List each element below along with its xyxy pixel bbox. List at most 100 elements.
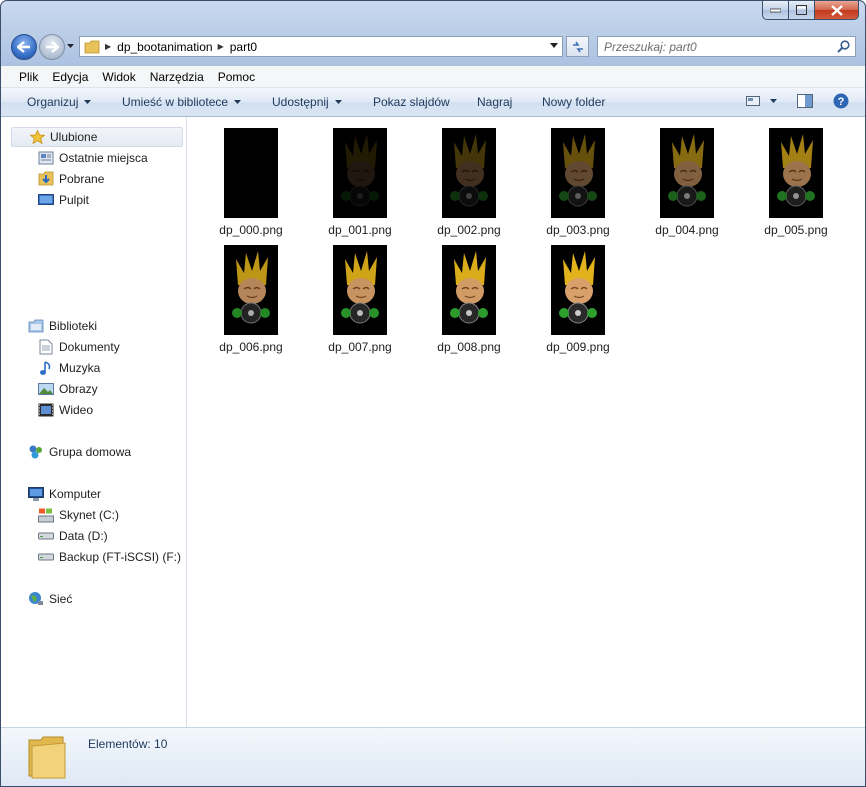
chevron-down-icon — [234, 100, 242, 104]
menu-help[interactable]: Pomoc — [211, 70, 262, 84]
nav-libraries[interactable]: Biblioteki — [28, 316, 97, 336]
preview-pane-icon[interactable] — [797, 94, 813, 108]
help-icon[interactable]: ? — [833, 93, 849, 109]
file-name: dp_002.png — [437, 223, 501, 237]
nav-libraries-label: Biblioteki — [49, 319, 98, 333]
nav-drive-c-label: Skynet (C:) — [59, 508, 120, 522]
maximize-button[interactable] — [789, 1, 815, 20]
menu-edit[interactable]: Edycja — [45, 70, 95, 84]
forward-arrow-icon — [46, 41, 59, 53]
file-item[interactable]: dp_002.png — [419, 128, 519, 237]
image-thumbnail — [551, 128, 605, 218]
downloads-folder-icon — [38, 171, 54, 187]
system-drive-icon — [38, 507, 54, 523]
file-item[interactable]: dp_007.png — [310, 245, 410, 354]
nav-recent-places[interactable]: Ostatnie miejsca — [38, 148, 148, 168]
image-thumbnail — [660, 128, 714, 218]
new-folder-button[interactable]: Nowy folder — [542, 88, 605, 116]
menu-view[interactable]: Widok — [95, 70, 142, 84]
file-name: dp_007.png — [328, 340, 392, 354]
nav-music[interactable]: Muzyka — [38, 358, 100, 378]
nav-network-label: Sieć — [49, 592, 73, 606]
nav-desktop[interactable]: Pulpit — [38, 190, 89, 210]
address-bar[interactable]: ▶ dp_bootanimation ▶ part0 — [79, 36, 563, 57]
organize-button[interactable]: Organizuj — [27, 88, 92, 116]
music-icon — [38, 360, 54, 376]
folder-icon — [84, 40, 100, 53]
back-arrow-icon — [17, 41, 30, 53]
change-view-icon[interactable] — [746, 95, 760, 107]
svg-text:?: ? — [838, 96, 845, 108]
video-icon — [38, 402, 54, 418]
nav-favorites[interactable]: Ulubione — [11, 127, 183, 147]
nav-computer[interactable]: Komputer — [28, 484, 101, 504]
file-item[interactable]: dp_005.png — [746, 128, 846, 237]
nav-documents-label: Dokumenty — [59, 340, 120, 354]
chevron-down-icon — [84, 100, 92, 104]
file-name: dp_003.png — [546, 223, 610, 237]
minimize-button[interactable] — [762, 1, 789, 20]
close-button[interactable] — [815, 1, 859, 20]
file-name: dp_001.png — [328, 223, 392, 237]
file-item[interactable]: dp_004.png — [637, 128, 737, 237]
nav-video[interactable]: Wideo — [38, 400, 93, 420]
recent-pages-dropdown-icon[interactable] — [67, 44, 74, 48]
nav-drive-f[interactable]: Backup (FT-iSCSI) (F:) — [38, 547, 181, 567]
search-box[interactable] — [597, 36, 856, 57]
forward-button[interactable] — [39, 34, 65, 60]
nav-pictures-label: Obrazy — [59, 382, 98, 396]
nav-documents[interactable]: Dokumenty — [38, 337, 120, 357]
breadcrumb-part0[interactable]: part0 — [230, 40, 257, 54]
chevron-right-icon[interactable]: ▶ — [105, 42, 111, 51]
nav-drive-d[interactable]: Data (D:) — [38, 526, 108, 546]
nav-desktop-label: Pulpit — [59, 193, 90, 207]
nav-downloads[interactable]: Pobrane — [38, 169, 104, 189]
image-thumbnail — [442, 128, 496, 218]
nav-drive-d-label: Data (D:) — [59, 529, 108, 543]
file-list: dp_000.png dp_001.png dp_002.png dp_003.png… — [187, 117, 865, 727]
slideshow-button[interactable]: Pokaz slajdów — [373, 88, 450, 116]
file-name: dp_008.png — [437, 340, 501, 354]
view-buttons: ? — [746, 93, 849, 109]
chevron-down-icon[interactable] — [550, 43, 558, 48]
chevron-right-icon[interactable]: ▶ — [218, 42, 224, 51]
menu-file[interactable]: Plik — [1, 70, 45, 84]
file-item[interactable]: dp_008.png — [419, 245, 519, 354]
nav-favorites-label: Ulubione — [50, 130, 98, 144]
file-name: dp_006.png — [219, 340, 283, 354]
maximize-icon — [796, 5, 807, 15]
explorer-window: ▶ dp_bootanimation ▶ part0 Plik Edycja W… — [0, 0, 866, 787]
desktop-icon — [38, 192, 54, 208]
refresh-button[interactable] — [566, 36, 589, 57]
search-input[interactable] — [604, 38, 824, 55]
file-item[interactable]: dp_000.png — [201, 128, 301, 237]
file-item[interactable]: dp_009.png — [528, 245, 628, 354]
file-name: dp_009.png — [546, 340, 610, 354]
file-item[interactable]: dp_001.png — [310, 128, 410, 237]
nav-network[interactable]: Sieć — [28, 589, 72, 609]
nav-downloads-label: Pobrane — [59, 172, 105, 186]
back-button[interactable] — [11, 34, 37, 60]
file-item[interactable]: dp_003.png — [528, 128, 628, 237]
recent-places-icon — [38, 150, 54, 166]
item-count: Elementów: 10 — [88, 737, 168, 751]
chevron-down-icon[interactable] — [770, 99, 777, 103]
include-in-library-button[interactable]: Umieść w bibliotece — [122, 88, 242, 116]
share-button[interactable]: Udostępnij — [272, 88, 342, 116]
search-icon[interactable] — [837, 40, 850, 53]
image-thumbnail — [333, 128, 387, 218]
nav-homegroup[interactable]: Grupa domowa — [28, 442, 131, 462]
menu-tools[interactable]: Narzędzia — [143, 70, 211, 84]
nav-video-label: Wideo — [59, 403, 94, 417]
refresh-icon — [572, 41, 583, 52]
breadcrumb-dp-bootanimation[interactable]: dp_bootanimation — [117, 40, 212, 54]
nav-pictures[interactable]: Obrazy — [38, 379, 98, 399]
libraries-icon — [28, 318, 44, 334]
nav-homegroup-label: Grupa domowa — [49, 445, 132, 459]
file-item[interactable]: dp_006.png — [201, 245, 301, 354]
image-thumbnail — [333, 245, 387, 335]
burn-button[interactable]: Nagraj — [477, 88, 512, 116]
menu-bar: Plik Edycja Widok Narzędzia Pomoc — [1, 66, 865, 88]
nav-music-label: Muzyka — [59, 361, 101, 375]
nav-drive-c[interactable]: Skynet (C:) — [38, 505, 119, 525]
